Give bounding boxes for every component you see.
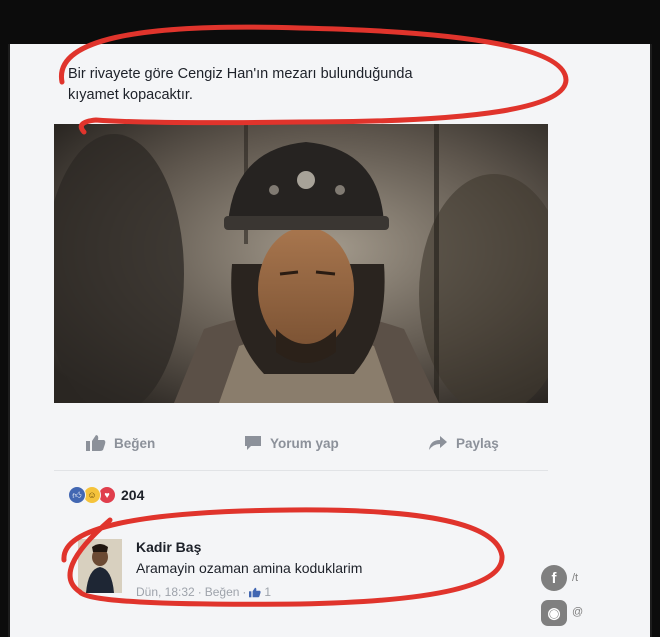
comment-meta: Dün, 18:32 · Beğen · 1 bbox=[136, 585, 271, 599]
like-icon: 👍︎ bbox=[68, 486, 86, 504]
comment-button[interactable]: Yorum yap bbox=[244, 432, 339, 454]
comment-label: Yorum yap bbox=[270, 435, 339, 451]
like-button[interactable]: Beğen bbox=[86, 432, 155, 454]
meta-separator: · bbox=[197, 585, 202, 599]
comment-time[interactable]: Dün, 18:32 bbox=[136, 585, 195, 599]
post-text: Bir rivayete göre Cengiz Han'ın mezarı b… bbox=[68, 64, 548, 106]
thumbs-up-icon bbox=[249, 587, 262, 597]
reaction-count: 204 bbox=[121, 487, 145, 503]
comment-like-link[interactable]: Beğen bbox=[205, 585, 240, 599]
commenter-name[interactable]: Kadir Baş bbox=[136, 539, 201, 555]
share-button[interactable]: Paylaş bbox=[428, 432, 499, 454]
comment-text: Aramayin ozaman amina koduklarim bbox=[136, 560, 363, 576]
post-text-line-2: kıyamet kopacaktır. bbox=[68, 87, 193, 103]
reaction-summary[interactable]: 👍︎ ☺︎ ♥ 204 bbox=[68, 486, 144, 504]
thumbs-up-icon bbox=[86, 435, 106, 451]
comment-icon bbox=[245, 436, 261, 450]
instagram-label: @ bbox=[572, 606, 584, 618]
post-photo[interactable] bbox=[54, 124, 548, 403]
post-actions: Beğen Yorum yap Paylaş bbox=[86, 432, 546, 454]
facebook-label: /t bbox=[572, 572, 579, 584]
meta-separator: · bbox=[242, 585, 247, 599]
comment-like-count: 1 bbox=[264, 585, 272, 599]
facebook-icon: f bbox=[541, 565, 567, 591]
share-label: Paylaş bbox=[456, 435, 499, 451]
share-arrow-icon bbox=[429, 436, 447, 450]
like-label: Beğen bbox=[114, 435, 156, 451]
divider bbox=[54, 470, 548, 471]
instagram-icon: ◉ bbox=[541, 600, 567, 626]
avatar[interactable] bbox=[78, 539, 122, 593]
post-text-line-1: Bir rivayete göre Cengiz Han'ın mezarı b… bbox=[68, 66, 413, 82]
